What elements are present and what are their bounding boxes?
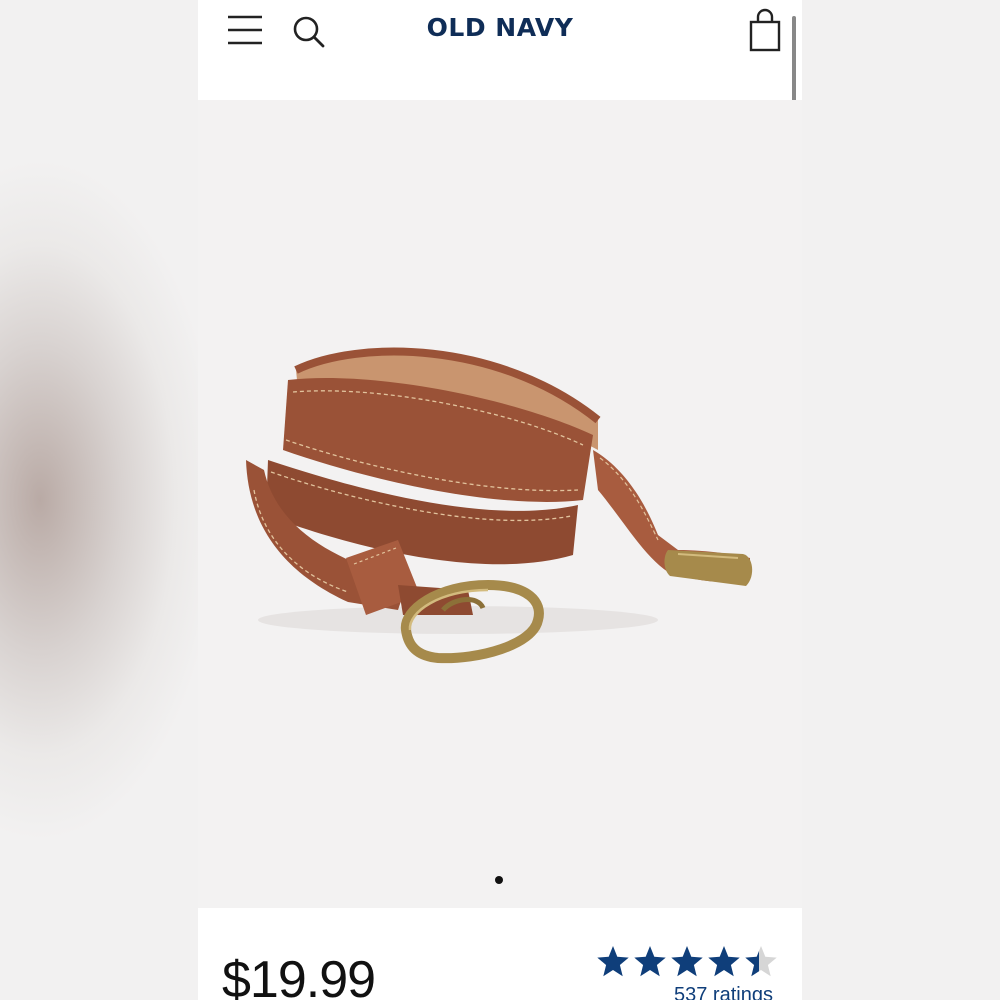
product-price: $19.99 [222,951,376,1000]
product-info-section: $19.99 537 ratings [198,908,802,1000]
star-rating-icon[interactable] [596,944,782,980]
star-icon [671,946,703,977]
carousel-dot-active[interactable] [495,876,503,884]
top-nav-bar: OLD NAVY [198,0,802,100]
mobile-screen: OLD NAVY $19.99 537 ratings [198,0,802,1000]
product-image-gallery[interactable] [198,100,802,908]
background-blur-left [0,0,198,1000]
shopping-bag-icon[interactable] [746,8,784,54]
ratings-count-link[interactable]: 537 ratings [674,984,773,1000]
star-icon [597,946,629,977]
old-navy-logo[interactable]: OLD NAVY [198,13,802,42]
star-icon [708,946,740,977]
product-image-belt[interactable] [238,340,768,680]
star-icon [634,946,666,977]
background-blur-right [802,0,1000,1000]
